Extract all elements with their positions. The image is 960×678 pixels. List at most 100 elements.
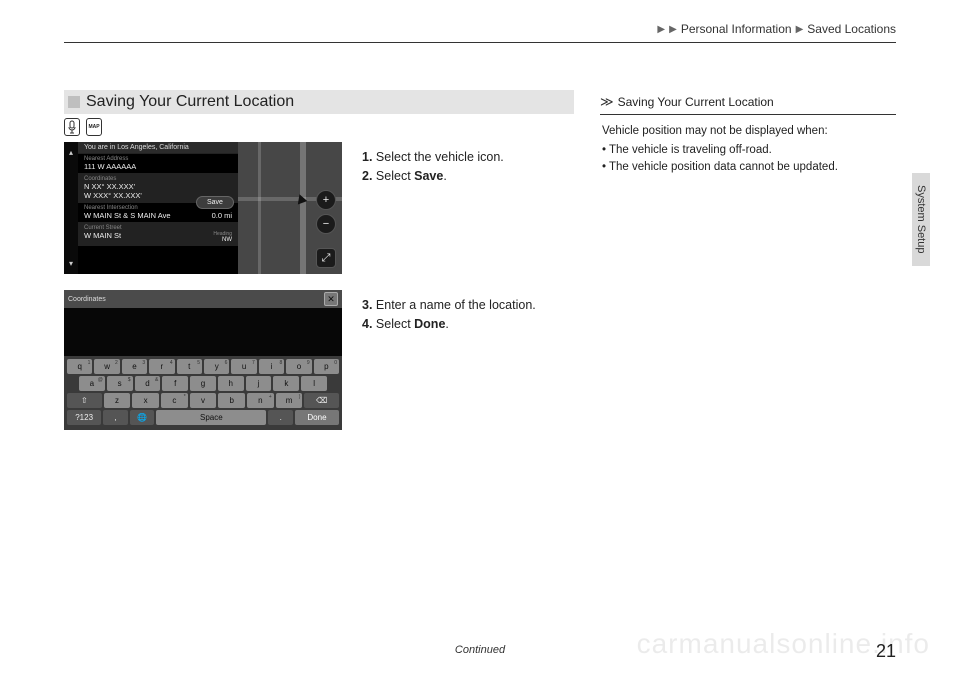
keyboard-row-1: q1 w2 e3 r4 t5 y6 u7 i8 o9 p0: [67, 359, 339, 374]
step-text: Select: [376, 169, 414, 183]
sidebar-note-bullet: The vehicle position data cannot be upda…: [602, 159, 896, 176]
keyboard: q1 w2 e3 r4 t5 y6 u7 i8 o9 p0 a@ s$ d& f…: [64, 356, 342, 430]
note-icon: ≫: [600, 92, 612, 112]
side-tab-bar: System Setup: [912, 80, 930, 640]
chevron-right-icon: ▶: [657, 24, 665, 35]
nearest-address-value: 111 W AAAAAA: [84, 162, 232, 171]
breadcrumb-level2: Saved Locations: [807, 22, 896, 36]
heading-value: NW: [213, 237, 232, 243]
step-number: 1.: [362, 150, 372, 164]
key-symbols[interactable]: ?123: [67, 410, 101, 425]
key-period[interactable]: .: [268, 410, 292, 425]
key-r[interactable]: r4: [149, 359, 174, 374]
key-t[interactable]: t5: [177, 359, 202, 374]
sidebar-note-body: Vehicle position may not be displayed wh…: [600, 123, 896, 177]
key-a[interactable]: a@: [79, 376, 105, 391]
close-button[interactable]: ✕: [324, 292, 338, 306]
step-4: 4. Select Done.: [362, 315, 574, 334]
key-p[interactable]: p0: [314, 359, 339, 374]
key-o[interactable]: o9: [286, 359, 311, 374]
mode-icons: MAP: [64, 118, 102, 136]
key-space[interactable]: Space: [156, 410, 266, 425]
map-road: [300, 142, 306, 274]
key-z[interactable]: z: [104, 393, 131, 408]
key-shift[interactable]: ⇧: [67, 393, 102, 408]
save-button[interactable]: Save: [196, 196, 234, 209]
map-view[interactable]: + − ⤢: [238, 142, 342, 274]
nearest-intersection-value: W MAIN St & S MAIN Ave: [84, 211, 171, 220]
step-number: 2.: [362, 169, 372, 183]
side-tab-slot: [912, 80, 930, 173]
page-number: 21: [876, 641, 896, 662]
key-j[interactable]: j: [246, 376, 272, 391]
key-n[interactable]: n+: [247, 393, 274, 408]
key-w[interactable]: w2: [94, 359, 119, 374]
down-arrow-icon: ▾: [69, 259, 73, 268]
section-heading: Saving Your Current Location: [64, 90, 574, 114]
key-y[interactable]: y6: [204, 359, 229, 374]
step-bold: Done: [414, 317, 445, 331]
heading-text: Saving Your Current Location: [86, 93, 294, 111]
keyboard-row-2: a@ s$ d& f g h j k l: [67, 376, 339, 391]
step-2: 2. Select Save.: [362, 167, 574, 186]
scroll-arrows: ▴ ▾: [64, 142, 78, 274]
heading-bullet-icon: [68, 96, 80, 108]
keyboard-row-4: ?123 , 🌐 Space . Done: [67, 410, 339, 425]
keyboard-row-3: ⇧ z x c* v b n+ m) ⌫: [67, 393, 339, 408]
current-street-row: Current Street W MAIN St Heading NW: [78, 223, 238, 246]
key-e[interactable]: e3: [122, 359, 147, 374]
keyboard-gap: [64, 308, 342, 356]
instructions-block-2: 3. Enter a name of the location. 4. Sele…: [362, 296, 574, 334]
key-u[interactable]: u7: [231, 359, 256, 374]
key-done[interactable]: Done: [295, 410, 339, 425]
key-v[interactable]: v: [190, 393, 217, 408]
step-number: 4.: [362, 317, 372, 331]
step-text: .: [443, 169, 446, 183]
side-tab-active: System Setup: [912, 173, 930, 266]
breadcrumb-level1: Personal Information: [681, 22, 792, 36]
top-rule: [64, 42, 896, 43]
step-bold: Save: [414, 169, 443, 183]
screenshot-location-info: ▴ ▾ You are in Los Angeles, California N…: [64, 142, 342, 274]
zoom-out-button[interactable]: −: [316, 214, 336, 234]
breadcrumb: ▶ ▶ Personal Information ▶ Saved Locatio…: [657, 22, 896, 36]
step-text: Enter a name of the location.: [376, 298, 536, 312]
key-comma[interactable]: ,: [103, 410, 127, 425]
key-d[interactable]: d&: [135, 376, 161, 391]
key-s[interactable]: s$: [107, 376, 133, 391]
keyboard-input-bar: Coordinates ✕: [64, 290, 342, 308]
input-field-label[interactable]: Coordinates: [68, 296, 106, 303]
step-text: Select: [376, 317, 414, 331]
key-globe[interactable]: 🌐: [130, 410, 154, 425]
zoom-in-button[interactable]: +: [316, 190, 336, 210]
key-b[interactable]: b: [218, 393, 245, 408]
chevron-right-icon: ▶: [796, 24, 804, 35]
key-g[interactable]: g: [190, 376, 216, 391]
chevron-right-icon: ▶: [669, 24, 677, 35]
current-street-value: W MAIN St: [84, 231, 121, 243]
fullscreen-button[interactable]: ⤢: [316, 248, 336, 268]
key-q[interactable]: q1: [67, 359, 92, 374]
key-f[interactable]: f: [162, 376, 188, 391]
key-x[interactable]: x: [132, 393, 159, 408]
step-number: 3.: [362, 298, 372, 312]
sidebar-note-bullet: The vehicle is traveling off-road.: [602, 142, 896, 159]
key-c[interactable]: c*: [161, 393, 188, 408]
info-panel: You are in Los Angeles, California Neare…: [78, 142, 238, 274]
nearest-intersection-dist: 0.0 mi: [212, 211, 232, 220]
screenshot-keyboard: Coordinates ✕ q1 w2 e3 r4 t5 y6 u7 i8 o9…: [64, 290, 342, 430]
sidebar-note-title: Saving Your Current Location: [618, 93, 774, 111]
key-h[interactable]: h: [218, 376, 244, 391]
step-1: 1. Select the vehicle icon.: [362, 148, 574, 167]
key-backspace[interactable]: ⌫: [304, 393, 339, 408]
voice-icon: [64, 118, 80, 136]
key-l[interactable]: l: [301, 376, 327, 391]
key-k[interactable]: k: [273, 376, 299, 391]
key-i[interactable]: i8: [259, 359, 284, 374]
key-m[interactable]: m): [276, 393, 303, 408]
map-icon: MAP: [86, 118, 102, 136]
step-3: 3. Enter a name of the location.: [362, 296, 574, 315]
instructions-block-1: 1. Select the vehicle icon. 2. Select Sa…: [362, 148, 574, 186]
location-title: You are in Los Angeles, California: [78, 142, 238, 154]
sidebar-note-intro: Vehicle position may not be displayed wh…: [602, 123, 896, 140]
